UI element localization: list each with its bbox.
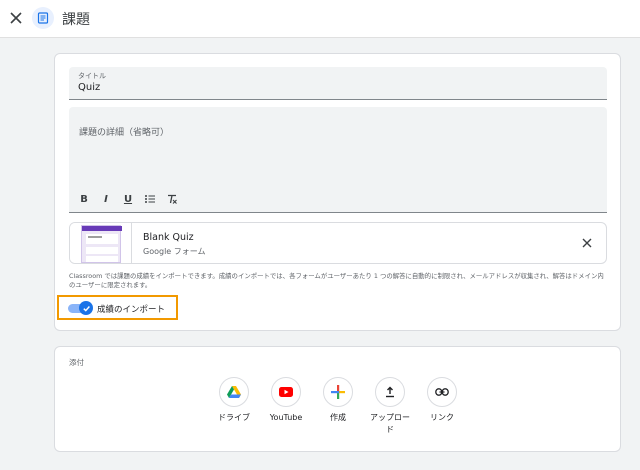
plus-icon (323, 377, 353, 407)
grade-import-toggle[interactable] (68, 301, 94, 315)
details-field[interactable]: 課題の詳細（省略可） B I U (69, 107, 607, 213)
youtube-icon (271, 377, 301, 407)
check-icon (79, 301, 93, 315)
grade-import-label: 成績のインポート (97, 305, 166, 315)
page-title: 課題 (62, 12, 90, 28)
youtube-button[interactable]: YouTube (264, 377, 308, 424)
link-button[interactable]: リンク (420, 377, 464, 424)
assignment-icon (32, 7, 54, 29)
link-icon (427, 377, 457, 407)
bold-icon[interactable]: B (77, 192, 91, 206)
upload-icon (375, 377, 405, 407)
attachment-thumbnail (70, 223, 132, 263)
drive-button[interactable]: ドライブ (212, 377, 256, 424)
attach-card: 添付 ドライブ YouTube 作成 アップロード リンク (54, 346, 621, 452)
title-input[interactable] (78, 82, 578, 93)
create-label: 作成 (330, 413, 346, 422)
upload-button[interactable]: アップロード (368, 377, 412, 436)
close-icon[interactable] (8, 10, 24, 26)
bulleted-list-icon[interactable] (143, 192, 157, 206)
attach-heading: 添付 (69, 358, 84, 367)
upload-label: アップロード (370, 413, 410, 434)
details-placeholder: 課題の詳細（省略可） (79, 128, 170, 138)
title-field-label: タイトル (78, 72, 106, 80)
title-field[interactable]: タイトル (69, 67, 607, 100)
attachment-subtitle: Google フォーム (143, 247, 206, 256)
remove-attachment-icon[interactable] (580, 236, 594, 250)
youtube-label: YouTube (269, 413, 303, 422)
drive-label: ドライブ (218, 413, 250, 422)
google-drive-icon (219, 377, 249, 407)
link-label: リンク (430, 413, 454, 422)
formatting-toolbar: B I U (77, 191, 179, 207)
attachment-card[interactable]: Blank Quiz Google フォーム (69, 222, 607, 264)
underline-icon[interactable]: U (121, 192, 135, 206)
clear-formatting-icon[interactable] (165, 192, 179, 206)
italic-icon[interactable]: I (99, 192, 113, 206)
grade-import-note: Classroom では課題の成績をインポートできます。成績のインポートでは、各… (69, 272, 604, 289)
attachment-title: Blank Quiz (143, 232, 194, 243)
create-button[interactable]: 作成 (316, 377, 360, 424)
top-bar: 課題 (0, 0, 640, 38)
assignment-form-card: タイトル 課題の詳細（省略可） B I U (54, 53, 621, 331)
